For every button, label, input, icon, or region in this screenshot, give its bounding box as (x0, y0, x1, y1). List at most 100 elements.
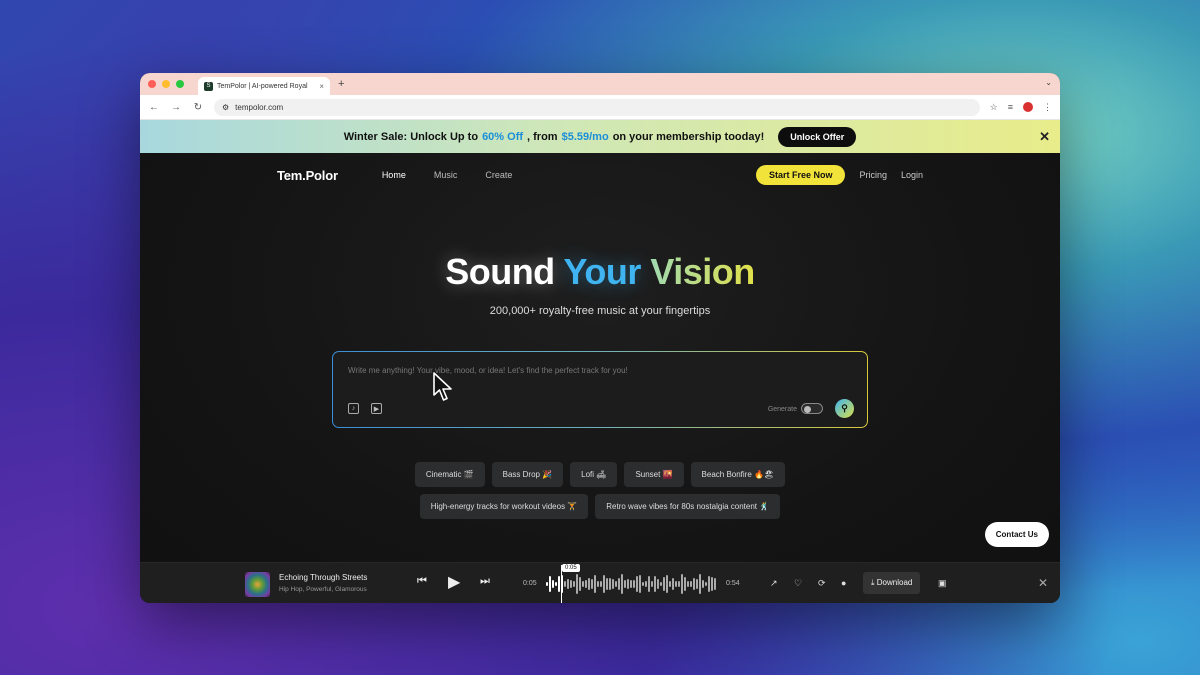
tab-close-icon[interactable]: × (319, 82, 324, 91)
banner-text-before: Winter Sale: Unlock Up to (343, 130, 479, 143)
previous-track-icon[interactable]: ⏮ (417, 575, 427, 588)
nav-pricing-link[interactable]: Pricing (859, 170, 887, 180)
new-tab-button[interactable]: + (338, 78, 344, 90)
site-favicon-icon: S (204, 81, 213, 91)
media-controls-icon[interactable]: ≡ (1008, 102, 1013, 112)
waveform-bar (693, 577, 695, 591)
waveform-bar (666, 574, 668, 594)
play-icon[interactable]: ▶ (448, 572, 460, 592)
track-tags: Hip Hop, Powerful, Glamorous (279, 586, 367, 593)
tab-search-chevron-icon[interactable]: ⌄ (1045, 78, 1052, 87)
chip-workout[interactable]: High-energy tracks for workout videos 🏋 (419, 494, 589, 519)
waveform-bar (684, 576, 686, 592)
chip-sunset[interactable]: Sunset 🌇 (624, 462, 684, 487)
mouse-cursor-icon (433, 372, 452, 401)
waveform-bar (570, 579, 572, 589)
banner-discount: 60% Off (482, 130, 524, 143)
chip-beach-bonfire[interactable]: Beach Bonfire 🔥🏖 (690, 462, 786, 487)
waveform-bar (660, 581, 662, 587)
nav-home-link[interactable]: Home (382, 170, 406, 180)
waveform-bar (642, 581, 644, 587)
nav-create-link[interactable]: Create (485, 170, 512, 180)
track-cover[interactable] (245, 572, 270, 597)
site-settings-icon[interactable]: ⚙ (222, 103, 229, 112)
waveform-scrubber[interactable] (546, 572, 718, 596)
waveform-bar (690, 580, 692, 588)
waveform-bar (705, 581, 707, 587)
color-palette-icon[interactable]: ● (841, 578, 846, 588)
waveform-bar (597, 580, 599, 588)
waveform-bar (648, 576, 650, 592)
waveform-bar (654, 575, 656, 593)
waveform-bar (672, 578, 674, 590)
waveform-bar (699, 574, 701, 594)
waveform-bar (636, 575, 638, 593)
hero-subtitle: 200,000+ royalty-free music at your fing… (489, 305, 711, 317)
contact-us-button[interactable]: Contact Us (984, 522, 1049, 547)
waveform-bar (588, 577, 590, 591)
nav-music-link[interactable]: Music (434, 170, 458, 180)
search-button[interactable]: ⚲ (835, 399, 854, 418)
waveform-bar (567, 579, 569, 589)
nav-login-link[interactable]: Login (901, 170, 923, 180)
waveform-bar (714, 578, 716, 590)
duration-time: 0:54 (726, 580, 740, 587)
track-title[interactable]: Echoing Through Streets (279, 573, 367, 582)
heart-icon[interactable]: ♡ (794, 578, 802, 589)
profile-avatar-icon[interactable] (1023, 102, 1033, 112)
waveform-bar (624, 579, 626, 589)
hero-title-word-2: Your (563, 251, 642, 292)
playhead-time-label: 0:05 (562, 564, 580, 572)
start-free-button[interactable]: Start Free Now (755, 165, 846, 185)
waveform-bar (546, 582, 548, 586)
browser-window: S TemPolor | AI-powered Royal × + ⌄ ← → … (140, 73, 1060, 603)
chip-cinematic[interactable]: Cinematic 🎬 (414, 462, 485, 487)
waveform-bar (696, 579, 698, 589)
player-close-icon[interactable]: ✕ (1038, 576, 1048, 590)
music-note-icon[interactable]: ♪ (348, 403, 359, 414)
waveform-bar (558, 575, 560, 593)
bookmark-star-icon[interactable]: ☆ (990, 102, 998, 113)
unlock-offer-button[interactable]: Unlock Offer (778, 126, 857, 147)
waveform-bar (612, 578, 614, 590)
browser-tab[interactable]: S TemPolor | AI-powered Royal × (198, 77, 330, 95)
hero-title-word-1: Sound (445, 251, 555, 292)
minimize-window-button[interactable] (162, 80, 170, 88)
browser-toolbar: ← → ↻ ⚙ tempolor.com ☆ ≡ ⋮ (140, 95, 1060, 120)
hero: Sound Your Vision 200,000+ royalty-free … (140, 251, 1060, 317)
next-track-icon[interactable]: ⏭ (480, 575, 490, 588)
tab-bar: S TemPolor | AI-powered Royal × + ⌄ (140, 73, 1060, 95)
waveform-bar (579, 577, 581, 591)
waveform-bar (627, 579, 629, 589)
waveform-bar (663, 576, 665, 592)
browser-menu-icon[interactable]: ⋮ (1043, 102, 1052, 113)
back-arrow-icon[interactable]: ← (148, 102, 160, 113)
chip-bass-drop[interactable]: Bass Drop 🎉 (491, 462, 564, 487)
close-window-button[interactable] (148, 80, 156, 88)
chip-lofi[interactable]: Lofi 🛋 (570, 462, 618, 487)
generate-toggle[interactable] (801, 403, 823, 414)
site-logo[interactable]: Tem.Polor (277, 168, 338, 183)
chip-retro-wave[interactable]: Retro wave vibes for 80s nostalgia conte… (595, 494, 781, 519)
maximize-window-button[interactable] (176, 80, 184, 88)
waveform-bar (591, 578, 593, 590)
prompt-box: Write me anything! Your vibe, mood, or i… (332, 351, 868, 428)
share-icon[interactable]: ↗ (770, 578, 778, 589)
similar-track-icon[interactable]: ⟳ (818, 578, 826, 589)
waveform-bar (708, 576, 710, 592)
waveform-bar (651, 581, 653, 587)
prompt-input[interactable]: Write me anything! Your vibe, mood, or i… (348, 366, 628, 375)
video-preview-icon[interactable]: ▣ (938, 578, 947, 589)
waveform-bar (609, 577, 611, 591)
waveform-bar (615, 580, 617, 588)
generate-label: Generate (767, 406, 797, 413)
banner-close-icon[interactable]: ✕ (1039, 129, 1050, 145)
download-button[interactable]: ⤓ Download (863, 572, 921, 594)
video-play-icon[interactable]: ▶ (371, 403, 382, 414)
window-controls (148, 80, 184, 88)
download-label: Download (876, 578, 913, 587)
reload-icon[interactable]: ↻ (192, 102, 204, 113)
forward-arrow-icon[interactable]: → (170, 102, 182, 113)
waveform-bar (687, 580, 689, 588)
address-bar[interactable]: ⚙ tempolor.com (214, 98, 980, 116)
